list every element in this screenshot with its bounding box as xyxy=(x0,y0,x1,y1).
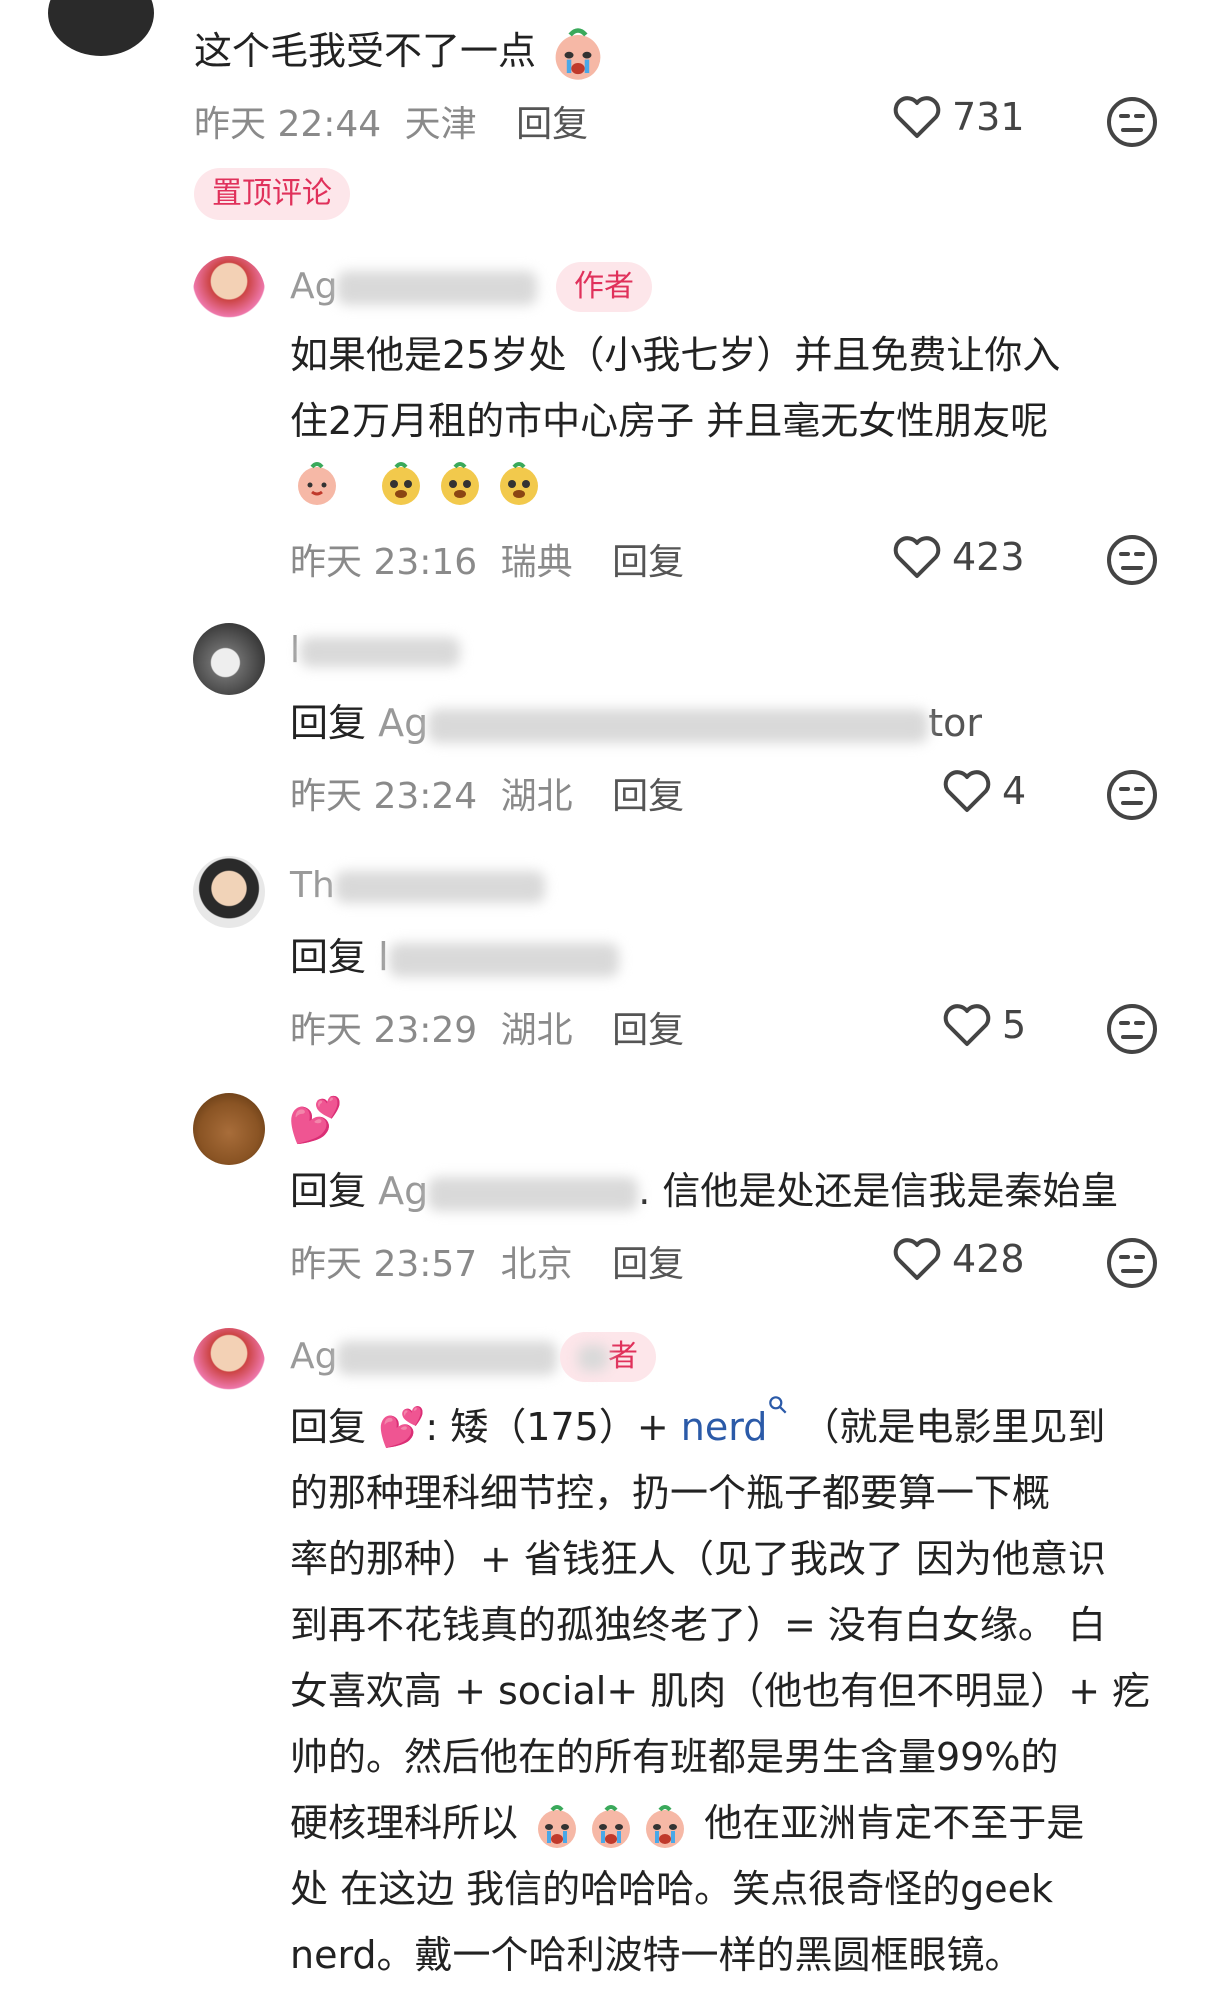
smiling-peach-icon xyxy=(298,462,336,505)
heart-icon xyxy=(943,770,991,812)
heart-icon xyxy=(893,1238,941,1280)
reply-time: 昨天 23:24 xyxy=(290,776,478,817)
reply-time: 昨天 23:57 xyxy=(290,1244,478,1285)
dog-face-icon xyxy=(441,462,480,505)
reply-meta: 昨天 23:57 北京 回复 xyxy=(290,1235,684,1287)
reply-location: 瑞典 xyxy=(500,542,573,583)
avatar[interactable] xyxy=(193,256,265,328)
username: Ag xyxy=(290,1336,558,1377)
mention-link[interactable]: l xyxy=(378,935,619,979)
like-count: 423 xyxy=(952,535,1025,579)
like-button[interactable]: 4 xyxy=(942,768,1026,814)
reply-button[interactable]: 回复 xyxy=(612,1244,684,1285)
heart-icon xyxy=(893,536,941,578)
heart-icon xyxy=(943,1004,991,1046)
reply-text-line: nerd。戴一个哈利波特一样的黑圆框眼镜。 xyxy=(290,1933,1023,1977)
search-icon xyxy=(769,1396,787,1414)
avatar[interactable] xyxy=(193,623,265,695)
like-count: 5 xyxy=(1002,1003,1027,1047)
avatar[interactable] xyxy=(193,856,265,928)
like-count: 4 xyxy=(1002,769,1027,813)
dislike-face-icon[interactable] xyxy=(1106,1237,1158,1289)
like-button[interactable]: 423 xyxy=(892,534,1025,580)
username: Ag xyxy=(290,266,538,307)
reply-text-line: 回复 Ag. 信他是处还是信我是秦始皇 xyxy=(290,1169,1119,1213)
comment-meta: 昨天 22:44 天津 回复 xyxy=(194,95,588,147)
dislike-face-icon[interactable] xyxy=(1106,534,1158,586)
reply-text-line: 硬核理科所以 他在亚洲肯定不至于是 xyxy=(290,1790,1084,1856)
author-badge: 作者 xyxy=(556,262,652,312)
reply-meta: 昨天 23:24 湖北 回复 xyxy=(290,767,684,819)
reply-text-line: 回复 💕: 矮（175）+ nerd （就是电影里见到 xyxy=(290,1394,1105,1460)
crying-face-icon xyxy=(646,1804,685,1848)
comment-text: 这个毛我受不了一点 xyxy=(194,18,608,84)
like-button[interactable]: 428 xyxy=(892,1236,1025,1282)
dislike-face-icon[interactable] xyxy=(1106,96,1158,148)
avatar[interactable] xyxy=(48,0,154,56)
reply-location: 北京 xyxy=(500,1244,573,1285)
pinned-badge: 置顶评论 xyxy=(194,168,350,220)
reply-meta: 昨天 23:29 湖北 回复 xyxy=(290,1001,684,1053)
comment-time: 昨天 22:44 xyxy=(194,104,382,145)
dislike-face-icon[interactable] xyxy=(1106,1003,1158,1055)
reply-text-line: 的那种理科细节控，扔一个瓶子都要算一下概 xyxy=(290,1471,1051,1515)
reply-text-line: 回复 Ag tor xyxy=(290,701,983,745)
reply-meta: 昨天 23:16 瑞典 回复 xyxy=(290,533,684,585)
username: 💕 xyxy=(288,1095,343,1146)
dog-face-icon xyxy=(500,462,539,505)
reply-button[interactable]: 回复 xyxy=(612,776,684,817)
avatar[interactable] xyxy=(193,1093,265,1165)
reply-time: 昨天 23:16 xyxy=(290,542,478,583)
author-badge: 者 xyxy=(560,1332,656,1382)
reply-text-line: 处 在这边 我信的哈哈哈。笑点很奇怪的geek xyxy=(290,1867,1054,1911)
reply-text-line: 率的那种）+ 省钱狂人（见了我改了 因为他意识 xyxy=(290,1537,1107,1581)
username: l xyxy=(290,630,461,671)
reply-location: 湖北 xyxy=(500,1010,573,1051)
reply-button[interactable]: 回复 xyxy=(612,542,684,583)
reply-text-line: 帅的。然后他在的所有班都是男生含量99%的 xyxy=(290,1735,1059,1779)
comment-location: 天津 xyxy=(404,104,477,145)
like-button[interactable]: 731 xyxy=(892,94,1025,140)
reply-text-line: 住2万月租的市中心房子 并且毫无女性朋友呢 xyxy=(290,399,1049,443)
crying-face-icon xyxy=(592,1804,631,1848)
nerd-link[interactable]: nerd xyxy=(681,1396,790,1449)
reply-text-line: 回复 l xyxy=(290,924,619,990)
mention-link[interactable]: Ag xyxy=(378,1169,639,1213)
crying-face-icon xyxy=(555,27,601,80)
reply-time: 昨天 23:29 xyxy=(290,1010,478,1051)
reply-location: 湖北 xyxy=(500,776,573,817)
reply-button[interactable]: 回复 xyxy=(516,104,588,145)
reply-text-line: 到再不花钱真的孤独终老了）= 没有白女缘。 白 xyxy=(290,1603,1107,1647)
like-count: 731 xyxy=(952,95,1025,139)
comment-text-label: 这个毛我受不了一点 xyxy=(194,29,537,73)
like-button[interactable]: 5 xyxy=(942,1002,1026,1048)
reply-text-line: 女喜欢高 + social+ 肌肉（他也有但不明显）+ 疙 xyxy=(290,1669,1151,1713)
mention-link[interactable]: Ag tor xyxy=(378,701,982,745)
reply-text-line: 如果他是25岁处（小我七岁）并且免费让你入 xyxy=(290,333,1061,377)
dislike-face-icon[interactable] xyxy=(1106,769,1158,821)
username: Th xyxy=(290,865,545,906)
crying-face-icon xyxy=(538,1804,577,1848)
reply-button[interactable]: 回复 xyxy=(612,1010,684,1051)
like-count: 428 xyxy=(952,1237,1025,1281)
avatar[interactable] xyxy=(193,1328,265,1400)
heart-icon xyxy=(893,96,941,138)
emoji-row xyxy=(290,458,546,508)
dog-face-icon xyxy=(382,462,421,505)
